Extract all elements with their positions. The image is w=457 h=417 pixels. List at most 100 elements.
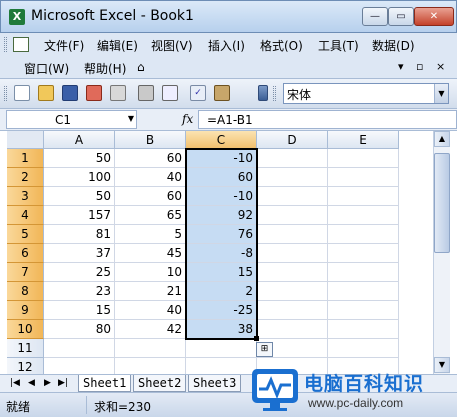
cell-d10[interactable] [257,320,328,339]
cell-a8[interactable]: 23 [44,282,115,301]
cell-b8[interactable]: 21 [115,282,186,301]
cell-d3[interactable] [257,187,328,206]
cell-e5[interactable] [328,225,399,244]
menu-insert[interactable]: 插入(I) [208,37,245,54]
first-sheet-icon[interactable]: |◀ [10,378,20,388]
cell-d1[interactable] [257,149,328,168]
auto-fill-options-icon[interactable]: ⊞ [256,342,273,357]
cell-a5[interactable]: 81 [44,225,115,244]
cell-e2[interactable] [328,168,399,187]
prev-sheet-icon[interactable]: ◀ [28,378,35,388]
research-icon[interactable] [214,85,230,101]
cell-e4[interactable] [328,206,399,225]
cell-b7[interactable]: 10 [115,263,186,282]
cell-c6[interactable]: -8 [186,244,257,263]
row-header[interactable]: 3 [7,187,44,206]
mdi-close-button[interactable]: × [436,60,445,73]
menu-format[interactable]: 格式(O) [260,37,303,54]
cell-a11[interactable] [44,339,115,358]
excel-app-icon[interactable]: X [9,9,25,25]
camera-icon[interactable]: ⌂ [137,60,145,74]
row-header[interactable]: 8 [7,282,44,301]
menu-view[interactable]: 视图(V) [151,37,193,54]
cell-e3[interactable] [328,187,399,206]
tab-sheet2[interactable]: Sheet2 [133,375,187,392]
cell-b4[interactable]: 65 [115,206,186,225]
formula-input[interactable]: =A1-B1 [198,110,457,129]
menu-data[interactable]: 数据(D) [372,37,415,54]
cell-d7[interactable] [257,263,328,282]
vertical-scrollbar[interactable]: ▲ ▼ [433,131,450,374]
cell-a3[interactable]: 50 [44,187,115,206]
cell-c1[interactable]: -10 [186,149,257,168]
menu-file[interactable]: 文件(F) [44,37,84,54]
cell-c7[interactable]: 15 [186,263,257,282]
cell-c11[interactable] [186,339,257,358]
fill-handle[interactable] [254,336,259,341]
cell-e9[interactable] [328,301,399,320]
cell-d9[interactable] [257,301,328,320]
row-header[interactable]: 2 [7,168,44,187]
cell-c2[interactable]: 60 [186,168,257,187]
permission-icon[interactable] [86,85,102,101]
insert-function-icon[interactable]: fx [182,112,193,126]
row-header[interactable]: 11 [7,339,44,358]
cell-c4[interactable]: 92 [186,206,257,225]
cell-c10[interactable]: 38 [186,320,257,339]
cell-c9[interactable]: -25 [186,301,257,320]
cell-c8[interactable]: 2 [186,282,257,301]
print-icon[interactable] [138,85,154,101]
toolbar-grip[interactable] [273,86,276,101]
cell-d6[interactable] [257,244,328,263]
cell-a9[interactable]: 15 [44,301,115,320]
row-header[interactable]: 5 [7,225,44,244]
cell-e1[interactable] [328,149,399,168]
cell-a4[interactable]: 157 [44,206,115,225]
cell-a10[interactable]: 80 [44,320,115,339]
cell-e11[interactable] [328,339,399,358]
chevron-down-icon[interactable]: ▼ [128,114,134,123]
column-header-d[interactable]: D [257,131,328,149]
cell-a6[interactable]: 37 [44,244,115,263]
name-box[interactable]: C1 ▼ [6,110,137,129]
column-header-e[interactable]: E [328,131,399,149]
toolbar-options-icon[interactable] [258,85,268,101]
toolbar-grip[interactable] [4,86,7,101]
row-header[interactable]: 10 [7,320,44,339]
maximize-button[interactable]: ▭ [388,7,414,26]
scroll-up-icon[interactable]: ▲ [434,131,450,147]
cell-a2[interactable]: 100 [44,168,115,187]
cell-c5[interactable]: 76 [186,225,257,244]
select-all-corner[interactable] [7,131,44,149]
cell-d5[interactable] [257,225,328,244]
cell-b1[interactable]: 60 [115,149,186,168]
menu-tools[interactable]: 工具(T) [318,37,359,54]
menu-window[interactable]: 窗口(W) [24,60,69,77]
row-header[interactable]: 9 [7,301,44,320]
email-icon[interactable] [110,85,126,101]
menu-edit[interactable]: 编辑(E) [97,37,138,54]
next-sheet-icon[interactable]: ▶ [44,378,51,388]
print-preview-icon[interactable] [162,85,178,101]
row-header[interactable]: 6 [7,244,44,263]
workbook-icon[interactable] [13,37,29,52]
close-button[interactable]: ✕ [414,7,454,26]
column-header-c[interactable]: C [186,131,257,149]
cell-b11[interactable] [115,339,186,358]
last-sheet-icon[interactable]: ▶| [58,378,68,388]
minimize-button[interactable]: — [362,7,388,26]
row-header[interactable]: 1 [7,149,44,168]
tab-sheet3[interactable]: Sheet3 [188,375,242,392]
column-header-a[interactable]: A [44,131,115,149]
cell-b9[interactable]: 40 [115,301,186,320]
cell-e7[interactable] [328,263,399,282]
cell-d4[interactable] [257,206,328,225]
cell-c3[interactable]: -10 [186,187,257,206]
cell-a7[interactable]: 25 [44,263,115,282]
cell-e10[interactable] [328,320,399,339]
row-header[interactable]: 7 [7,263,44,282]
cell-d8[interactable] [257,282,328,301]
cell-e6[interactable] [328,244,399,263]
menu-help[interactable]: 帮助(H) [84,60,126,77]
mdi-restore-button[interactable]: ▫ [416,60,423,73]
